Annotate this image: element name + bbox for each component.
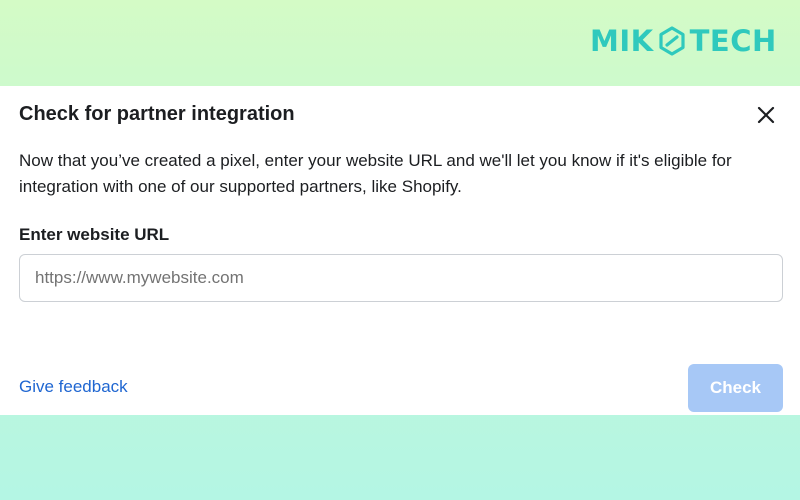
website-url-input[interactable] (19, 254, 783, 302)
url-field-label: Enter website URL (19, 225, 170, 244)
dialog-description: Now that you’ve created a pixel, enter y… (19, 151, 732, 196)
give-feedback-link[interactable]: Give feedback (19, 375, 128, 399)
close-icon (757, 106, 775, 124)
brand-logo: MIK TECH (590, 24, 777, 58)
close-button[interactable] (754, 103, 778, 127)
hexagon-logo-icon (659, 26, 685, 56)
partner-integration-dialog: Check for partner integration Now that y… (0, 86, 800, 415)
brand-text-right: TECH (689, 24, 777, 58)
brand-text-left: MIK (590, 24, 654, 58)
check-button[interactable]: Check (688, 364, 783, 412)
dialog-title: Check for partner integration (19, 103, 295, 125)
